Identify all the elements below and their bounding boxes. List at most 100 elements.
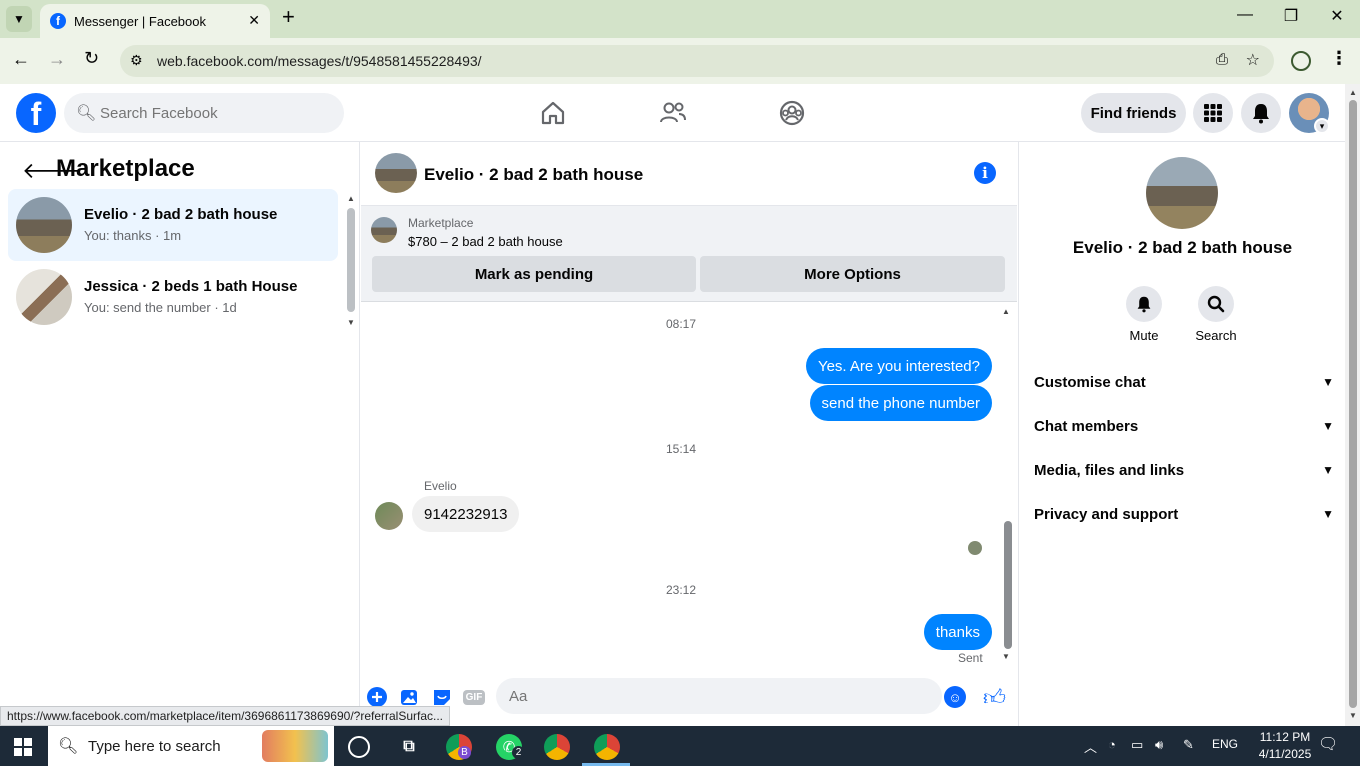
chevron-down-icon: ▼ [1322,419,1334,433]
chrome-icon[interactable] [544,734,570,760]
url-text[interactable]: web.facebook.com/messages/t/954858145522… [157,53,482,69]
scroll-up-arrow[interactable]: ▲ [1002,307,1010,316]
address-bar[interactable]: ⚙ web.facebook.com/messages/t/9548581455… [120,45,1274,77]
panel-scrollbar[interactable] [347,208,355,312]
facebook-search-input[interactable] [100,93,330,133]
info-icon[interactable]: i [974,162,996,184]
taskbar-search-box[interactable]: 🔍︎ Type here to search [48,726,334,766]
clock-date[interactable]: 4/11/2025 [1251,747,1319,761]
account-chevron-icon[interactable]: ▾ [1314,118,1330,134]
conversation-item-jessica[interactable]: Jessica · 2 beds 1 bath House You: send … [8,261,338,333]
facebook-search-box[interactable]: 🔍︎ [64,93,344,133]
pen-icon[interactable]: ✎ [1183,737,1194,753]
message-input[interactable] [496,678,942,714]
scroll-down-arrow[interactable]: ▼ [1349,711,1357,720]
outgoing-message[interactable]: Yes. Are you interested? [805,348,992,384]
home-icon[interactable] [537,97,569,129]
chat-avatar-large[interactable] [1146,157,1218,229]
groups-icon[interactable] [776,97,808,129]
language-indicator[interactable]: ENG [1212,737,1238,751]
conversation-item-evelio[interactable]: Evelio · 2 bad 2 bath house You: thanks … [8,189,338,261]
maximize-window-button[interactable]: ❐ [1276,6,1306,26]
task-view-icon[interactable]: ⧉ [396,734,422,760]
search-icon[interactable] [1198,286,1234,322]
chrome-profile-icon[interactable] [1291,51,1311,71]
windows-start-icon[interactable] [14,738,32,756]
reload-icon[interactable]: ↻ [84,48,99,69]
close-window-button[interactable]: ✕ [1322,6,1352,26]
show-hidden-icons-chevron-icon[interactable]: ︿ [1084,737,1097,756]
more-options-button[interactable]: More Options [700,256,1005,292]
emoji-icon[interactable]: ☺ [944,686,966,708]
chat-members-row[interactable]: Chat members ▼ [1034,404,1334,448]
friends-icon[interactable] [657,97,689,129]
back-arrow-icon[interactable]: ← [12,49,30,70]
scroll-down-arrow[interactable]: ▼ [347,318,355,327]
new-tab-button[interactable]: + [282,6,295,28]
cortana-icon[interactable] [348,736,370,758]
mark-as-pending-button[interactable]: Mark as pending [372,256,696,292]
plus-actions-icon[interactable] [366,686,388,708]
photo-attach-icon[interactable] [399,686,421,708]
gif-icon[interactable]: GIF [462,686,486,708]
close-tab-icon[interactable]: ✕ [248,12,260,29]
chat-avatar[interactable] [375,153,417,193]
browser-tab-bar: ▼ f Messenger | Facebook ✕ + — ❐ ✕ [0,0,1360,38]
bookmark-star-icon[interactable]: ☆ [1246,50,1260,70]
listing-thumbnail[interactable] [371,217,397,243]
conversation-preview: You: thanks · 1m [84,228,182,243]
media-files-links-row[interactable]: Media, files and links ▼ [1034,448,1334,492]
whatsapp-badge: 2 [512,746,525,759]
menu-grid-icon[interactable] [1193,93,1233,133]
listing-price-title[interactable]: $780 – 2 bad 2 bath house [408,234,563,249]
scroll-up-arrow[interactable]: ▲ [1349,88,1357,97]
bell-icon[interactable] [1126,286,1162,322]
message-timestamp: 08:17 [665,317,697,331]
section-label: Customise chat [1034,373,1146,391]
incoming-message[interactable]: 9142232913 [412,496,520,532]
notifications-icon[interactable]: 🗨︎ [1318,734,1338,754]
sticker-icon[interactable] [431,686,453,708]
tab-search-dropdown-button[interactable]: ▼ [6,6,32,32]
notifications-bell-icon[interactable] [1241,93,1281,133]
mute-action[interactable]: Mute [1114,286,1174,343]
message-timestamp: 15:14 [665,442,697,456]
network-icon[interactable]: ◔ [1108,737,1116,752]
browser-tab-messenger[interactable]: f Messenger | Facebook ✕ [40,4,270,38]
facebook-header: f 🔍︎ Find friends ▾ [0,84,1345,142]
forward-arrow-icon[interactable]: → [48,49,66,70]
tab-title: Messenger | Facebook [74,13,206,29]
install-app-icon[interactable]: ⎙ [1216,51,1228,68]
clock-time[interactable]: 11:12 PM [1251,730,1319,744]
chrome-icon[interactable] [594,734,620,760]
chrome-menu-icon[interactable]: ⋮ [1330,48,1348,69]
customise-chat-row[interactable]: Customise chat ▼ [1034,360,1334,404]
outgoing-message[interactable]: thanks [923,614,992,650]
sender-avatar[interactable] [375,502,403,530]
marketplace-chats-panel: 🡐 Marketplace Evelio · 2 bad 2 bath hous… [0,142,360,726]
panel-title: Marketplace [56,155,195,182]
chat-title[interactable]: Evelio · 2 bad 2 bath house [424,165,643,185]
search-action[interactable]: Search [1186,286,1246,343]
scroll-down-arrow[interactable]: ▼ [1002,652,1010,661]
thumbs-up-icon[interactable]: 👍︎ [983,684,1006,711]
logo-letter: f [30,96,42,132]
battery-icon[interactable]: ▭ [1131,737,1143,753]
chevron-down-icon: ▼ [1322,507,1334,521]
scroll-up-arrow[interactable]: ▲ [347,194,355,203]
privacy-support-row[interactable]: Privacy and support ▼ [1034,492,1334,536]
chat-scrollbar[interactable] [1004,521,1012,649]
mute-label: Mute [1129,328,1159,343]
find-friends-button[interactable]: Find friends [1081,93,1186,133]
section-label: Chat members [1034,417,1139,435]
outgoing-message[interactable]: send the phone number [809,385,992,421]
windows-taskbar: 🔍︎ Type here to search ⧉ B ✆ 2 ︿ ◔ ▭ 🔊︎ … [0,726,1360,766]
seen-indicator-avatar [968,541,982,555]
facebook-logo-icon[interactable]: f [16,93,56,133]
chat-header: Evelio · 2 bad 2 bath house i [361,142,1017,206]
minimize-window-button[interactable]: — [1230,6,1260,24]
volume-icon[interactable]: 🔊︎ [1155,737,1163,753]
page-scrollbar-thumb[interactable] [1349,100,1357,708]
site-info-icon[interactable]: ⚙ [130,52,143,69]
section-label: Media, files and links [1034,461,1185,479]
